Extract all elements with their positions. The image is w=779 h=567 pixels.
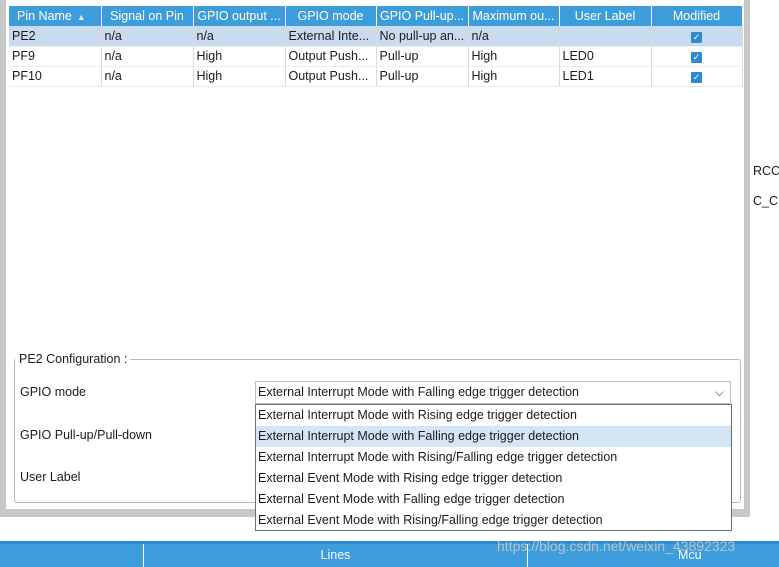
right-side-panel: RCC C_C	[750, 0, 779, 517]
column-header-gpio-output-level[interactable]: GPIO output ...	[193, 6, 286, 26]
user-label-label: User Label	[20, 470, 81, 484]
gpio-mode-label: GPIO mode	[20, 385, 86, 399]
cell-max-speed: n/a	[468, 26, 560, 47]
cell-pull: Pull-up	[376, 46, 469, 67]
config-group-title: PE2 Configuration :	[16, 352, 131, 366]
cell-user-label: LED1	[559, 66, 652, 87]
gpio-mode-selected-value: External Interrupt Mode with Falling edg…	[258, 385, 580, 399]
cell-output-level: High	[193, 66, 286, 87]
dropdown-option[interactable]: External Interrupt Mode with Rising edge…	[256, 405, 731, 426]
cell-gpio-mode: Output Push...	[285, 66, 377, 87]
cell-max-speed: High	[468, 66, 560, 87]
truncated-label: C_C	[753, 194, 779, 208]
cell-pin-name: PF9	[9, 46, 102, 67]
dropdown-option[interactable]: External Event Mode with Falling edge tr…	[256, 489, 731, 510]
table-row[interactable]: PF10 n/a High Output Push... Pull-up Hig…	[9, 66, 743, 87]
chevron-down-icon[interactable]: ⌵	[715, 385, 724, 400]
cell-pull: Pull-up	[376, 66, 469, 87]
cell-signal: n/a	[101, 66, 194, 87]
cell-pull: No pull-up an...	[376, 26, 469, 47]
dropdown-option-highlighted[interactable]: External Interrupt Mode with Falling edg…	[256, 426, 731, 447]
dropdown-option[interactable]: External Event Mode with Rising edge tri…	[256, 468, 731, 489]
gpio-mode-select[interactable]: External Interrupt Mode with Falling edg…	[255, 381, 731, 404]
column-header-modified[interactable]: Modified	[651, 6, 743, 26]
tab-lines[interactable]: Lines	[143, 544, 527, 567]
checkbox-checked-icon[interactable]: ✓	[691, 52, 702, 63]
watermark-text: https://blog.csdn.net/weixin_43892323	[497, 538, 736, 554]
gpio-pull-label: GPIO Pull-up/Pull-down	[20, 428, 153, 442]
cell-modified[interactable]: ✓	[651, 66, 743, 87]
table-header-row: Pin Name ▲ Signal on Pin GPIO output ... …	[9, 6, 743, 26]
cell-pin-name: PE2	[9, 26, 102, 47]
cell-gpio-mode: Output Push...	[285, 46, 377, 67]
cell-max-speed: High	[468, 46, 560, 67]
table-row[interactable]: PE2 n/a n/a External Inte... No pull-up …	[9, 26, 743, 47]
column-header-gpio-mode[interactable]: GPIO mode	[285, 6, 377, 26]
column-header-pin-name[interactable]: Pin Name ▲	[9, 6, 102, 26]
checkbox-checked-icon[interactable]: ✓	[691, 72, 702, 83]
cell-pin-name: PF10	[9, 66, 102, 87]
column-header-gpio-pull[interactable]: GPIO Pull-up...	[376, 6, 469, 26]
column-header-signal-on-pin[interactable]: Signal on Pin	[101, 6, 194, 26]
sort-ascending-icon: ▲	[76, 12, 86, 22]
checkbox-checked-icon[interactable]: ✓	[691, 31, 702, 43]
cell-modified[interactable]: ✓	[651, 46, 743, 67]
cell-user-label	[559, 26, 652, 47]
gpio-mode-dropdown-list: External Interrupt Mode with Rising edge…	[255, 404, 732, 531]
dropdown-option[interactable]: External Interrupt Mode with Rising/Fall…	[256, 447, 731, 468]
cell-signal: n/a	[101, 26, 194, 47]
cell-output-level: High	[193, 46, 286, 67]
pin-table: Pin Name ▲ Signal on Pin GPIO output ... …	[9, 6, 743, 87]
cell-modified[interactable]: ✓	[651, 26, 743, 47]
dropdown-option[interactable]: External Event Mode with Rising/Falling …	[256, 510, 731, 531]
table-row[interactable]: PF9 n/a High Output Push... Pull-up High…	[9, 46, 743, 67]
cell-user-label: LED0	[559, 46, 652, 67]
column-header-user-label[interactable]: User Label	[559, 6, 652, 26]
cell-output-level: n/a	[193, 26, 286, 47]
cell-gpio-mode: External Inte...	[285, 26, 377, 47]
column-header-maximum-output-speed[interactable]: Maximum ou...	[468, 6, 560, 26]
truncated-rcc-label: RCC	[753, 164, 779, 178]
cell-signal: n/a	[101, 46, 194, 67]
bottom-tab-empty[interactable]	[0, 544, 143, 567]
